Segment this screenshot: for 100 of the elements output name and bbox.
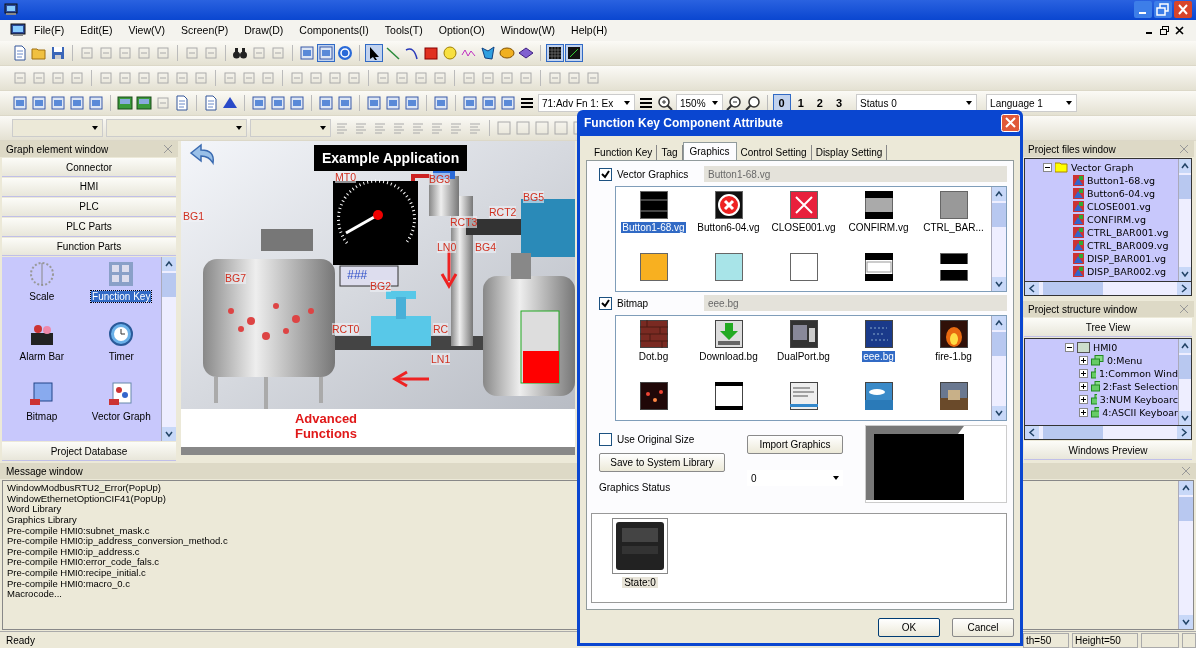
toolbar-icon[interactable]: [69, 95, 85, 112]
bitmap-thumbnail[interactable]: [789, 382, 818, 410]
component-label[interactable]: Function Key: [91, 291, 152, 303]
scroll-down-icon[interactable]: [1179, 411, 1191, 426]
polygon-icon[interactable]: [480, 45, 496, 62]
checkbox-label[interactable]: Vector Graphics: [617, 168, 699, 180]
menu-item[interactable]: Window(W): [492, 24, 564, 37]
tree-item[interactable]: 1:Common Wind: [1099, 368, 1178, 380]
tree-item[interactable]: Vector Graph: [1071, 162, 1134, 174]
document-icon[interactable]: [203, 95, 219, 112]
file-name[interactable]: CTRL_BAR...: [922, 222, 985, 233]
tree-item[interactable]: CLOSE001.vg: [1087, 201, 1151, 213]
menu-item[interactable]: Help(H): [563, 24, 616, 37]
scrollbar[interactable]: [1024, 282, 1192, 297]
section-button[interactable]: HMI: [2, 178, 176, 197]
toolbar-icon[interactable]: [433, 95, 449, 112]
menu-item[interactable]: Option(O): [430, 24, 493, 37]
bitmap-thumbnail[interactable]: [864, 320, 893, 348]
section-button[interactable]: Project Database: [2, 442, 176, 462]
toolbar-icon[interactable]: [462, 95, 478, 112]
tree-item[interactable]: 3:NUM Keyboarc: [1099, 394, 1178, 406]
file-name[interactable]: Button6-04.vg: [696, 222, 761, 233]
component-label[interactable]: Timer: [107, 351, 135, 363]
state-label[interactable]: State:0: [622, 577, 658, 588]
scrollbar[interactable]: [1024, 426, 1192, 441]
tree-item[interactable]: HMI0: [1093, 342, 1118, 354]
toolbar-icon[interactable]: [385, 95, 401, 112]
bitmap-thumbnail[interactable]: [639, 320, 668, 348]
tree-item[interactable]: DISP_BAR002.vg: [1087, 266, 1167, 278]
bitmap-thumbnail[interactable]: [789, 320, 818, 348]
toolbar-icon[interactable]: [12, 95, 28, 112]
folder-icon[interactable]: [31, 45, 47, 62]
scroll-down-icon[interactable]: [1179, 267, 1191, 282]
bitmap-thumbnail[interactable]: [714, 382, 743, 410]
file-name[interactable]: Button1-68.vg: [621, 222, 686, 233]
cancel-button[interactable]: Cancel: [952, 618, 1014, 637]
rectangle-icon[interactable]: [423, 45, 439, 62]
scrollbar[interactable]: [161, 257, 176, 442]
grid-icon[interactable]: [547, 45, 563, 62]
toolbar-icon[interactable]: [299, 45, 315, 62]
tree-item[interactable]: Button6-04.vg: [1087, 188, 1156, 200]
file-name[interactable]: CONFIRM.vg: [847, 222, 910, 233]
restore-icon[interactable]: [1154, 1, 1172, 19]
scroll-up-icon[interactable]: [992, 187, 1006, 201]
section-button[interactable]: Function Parts: [2, 237, 176, 257]
tree-item[interactable]: CONFIRM.vg: [1087, 214, 1146, 226]
tree-item[interactable]: CTRL_BAR001.vg: [1087, 227, 1169, 239]
scroll-up-icon[interactable]: [1179, 339, 1191, 354]
toolbar-icon[interactable]: [318, 95, 334, 112]
file-name[interactable]: DualPort.bg: [776, 351, 831, 362]
ok-button[interactable]: OK: [878, 618, 940, 637]
graphic-thumbnail[interactable]: [789, 253, 818, 281]
file-name[interactable]: fire-1.bg: [934, 351, 973, 362]
scroll-up-icon[interactable]: [162, 257, 176, 272]
file-name[interactable]: Download.bg: [698, 351, 759, 362]
tree-item[interactable]: 4:ASCII Keyboar: [1102, 407, 1178, 419]
collapse-icon[interactable]: [1065, 343, 1074, 353]
toolbar-icon[interactable]: [337, 95, 353, 112]
component-label[interactable]: Alarm Bar: [18, 351, 65, 363]
graphic-thumbnail[interactable]: [939, 191, 968, 219]
language-select[interactable]: Language 1: [986, 94, 1078, 113]
close-icon[interactable]: [1174, 1, 1192, 19]
scroll-up-icon[interactable]: [992, 316, 1006, 330]
menu-item[interactable]: Tools(T): [376, 24, 431, 37]
scrollbar[interactable]: [991, 187, 1006, 291]
graphic-thumbnail[interactable]: [939, 253, 968, 281]
toolbar-icon[interactable]: [404, 95, 420, 112]
tree-item[interactable]: CTRL_BAR009.vg: [1087, 240, 1169, 252]
zoom-icon[interactable]: [744, 95, 761, 112]
state-button[interactable]: 2: [811, 95, 828, 112]
scrollbar[interactable]: [1178, 339, 1191, 426]
restore-icon[interactable]: [1160, 25, 1169, 35]
menu-item[interactable]: Screen(P): [173, 24, 237, 37]
bitmap-thumbnail[interactable]: [939, 320, 968, 348]
menu-item[interactable]: Draw(D): [236, 24, 292, 37]
save-to-library-button[interactable]: Save to System Library: [599, 453, 725, 472]
help-icon[interactable]: [337, 45, 353, 62]
line-icon[interactable]: [385, 45, 401, 62]
toolbar-icon[interactable]: [289, 95, 305, 112]
scrollbar[interactable]: [991, 316, 1006, 420]
checkbox[interactable]: [599, 432, 612, 446]
keypad-icon[interactable]: [108, 261, 135, 288]
graphic-thumbnail[interactable]: [864, 253, 893, 281]
menu-item[interactable]: Components(I): [291, 24, 377, 37]
tree-item[interactable]: 0:Menu: [1107, 355, 1143, 367]
expand-icon[interactable]: [1079, 382, 1088, 392]
close-icon[interactable]: [1175, 25, 1184, 35]
component-label[interactable]: Vector Graph: [90, 411, 152, 423]
toolbar-icon[interactable]: [270, 95, 286, 112]
scrollbar[interactable]: [1178, 481, 1193, 630]
file-name[interactable]: eee.bg: [862, 351, 895, 362]
state-button[interactable]: 1: [792, 95, 809, 112]
scrollbar[interactable]: [1178, 159, 1191, 282]
section-button[interactable]: Connector: [2, 158, 176, 177]
toolbar-icon[interactable]: [50, 95, 66, 112]
ellipse-icon[interactable]: [499, 45, 515, 62]
minimize-icon[interactable]: [1134, 1, 1152, 19]
expand-icon[interactable]: [1079, 408, 1088, 418]
color-select[interactable]: [250, 119, 331, 138]
tree-item[interactable]: DISP_BAR001.vg: [1087, 253, 1167, 265]
